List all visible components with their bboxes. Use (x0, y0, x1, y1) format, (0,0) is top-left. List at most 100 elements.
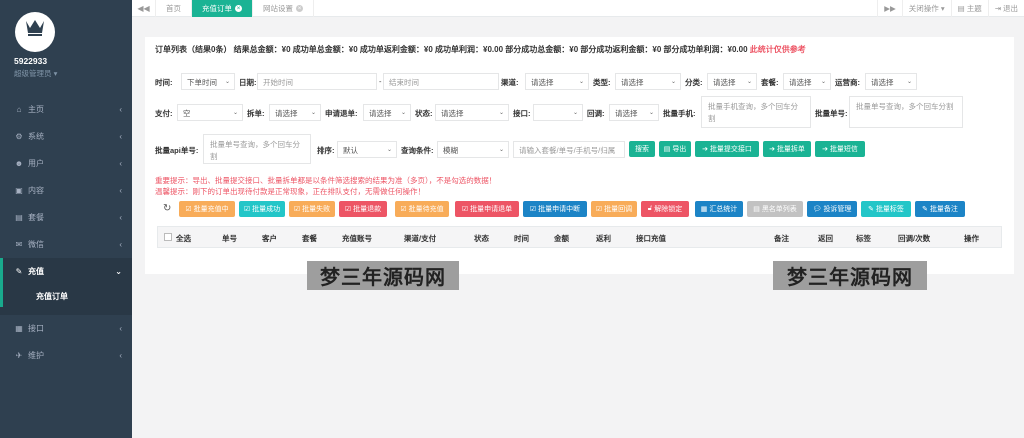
batch-success-button[interactable]: ☑ 批量成功 (239, 201, 285, 217)
batch-orders-textarea[interactable]: 批量单号查询，多个回车分割 (849, 96, 963, 128)
button-label: 批量拆单 (776, 146, 805, 153)
end-time-input[interactable]: 结束时间 (383, 73, 499, 90)
api-select[interactable]: ⌄ (533, 104, 583, 121)
tab-site-settings[interactable]: 网站设置 × (253, 0, 314, 17)
pay-select[interactable]: 空 ⌄ (177, 104, 243, 121)
unlock-button[interactable]: 🔓︎ 解除锁定 (641, 201, 689, 217)
select-value: 请选择 (713, 78, 736, 87)
export-icon: ▤ (663, 146, 671, 153)
time-type-select[interactable]: 下单时间 ⌄ (181, 73, 235, 90)
refund-select[interactable]: 请选择 ⌄ (363, 104, 411, 121)
batch-recharging-button[interactable]: ☑ 批量充值中 (179, 201, 235, 217)
select-value: 请选择 (441, 109, 464, 118)
start-time-input[interactable]: 开始时间 (257, 73, 377, 90)
batch-fail-button[interactable]: ☑ 批量失败 (289, 201, 335, 217)
chevron-down-icon: ⌄ (232, 110, 238, 116)
sidebar-item-system[interactable]: ⚙ 系统 ‹ (0, 123, 132, 150)
sidebar-item-package[interactable]: ▤ 套餐 ‹ (0, 204, 132, 231)
type-select[interactable]: 请选择 ⌄ (615, 73, 681, 90)
batch-submit-api-button[interactable]: ➔ 批量提交接口 (695, 141, 759, 157)
batch-phones-textarea[interactable]: 批量手机查询，多个回车分割 (701, 96, 811, 128)
export-button[interactable]: ▤ 导出 (659, 141, 691, 157)
col-select-all[interactable]: 全选 (176, 233, 191, 244)
sidebar-item-api[interactable]: ▦ 接口 ‹ (0, 315, 132, 342)
sidebar-subitem-recharge-orders[interactable]: 充值订单 (0, 285, 132, 307)
sidebar-item-users[interactable]: ☻ 用户 ‹ (0, 150, 132, 177)
query-condition-select[interactable]: 模糊 ⌄ (437, 141, 509, 158)
blacklist-button[interactable]: ▤ 黑名单列表 (747, 201, 803, 217)
tabs-scroll-right-icon[interactable]: ▶▶ (877, 0, 902, 17)
keyword-input[interactable]: 请输入套餐/单号/手机号/归属 (513, 141, 625, 158)
pay-label: 支付: (155, 109, 173, 118)
chevron-down-icon: ⌄ (310, 110, 316, 116)
button-label: 导出 (672, 146, 687, 153)
date-range-dash: - (379, 77, 382, 86)
batch-remark-button[interactable]: ✎ 批量备注 (915, 201, 965, 217)
gears-icon: ⚙ (15, 132, 23, 141)
status-label: 状态: (415, 109, 433, 118)
close-icon[interactable]: × (235, 4, 242, 12)
close-icon[interactable]: × (296, 4, 303, 12)
chevron-left-icon: ‹ (119, 132, 122, 141)
tab-label: 充值订单 (202, 3, 232, 13)
sort-select[interactable]: 默认 ⌄ (337, 141, 397, 158)
batch-tag-button[interactable]: ✎ 批量标签 (861, 201, 911, 217)
chevron-down-icon: ⌄ (386, 147, 392, 153)
button-label: 批量备注 (929, 206, 958, 213)
batch-apply-interrupt-button[interactable]: ☑ 批量申请中断 (523, 201, 587, 217)
logout-button[interactable]: ⇥ 退出 (987, 0, 1024, 17)
batch-split-button[interactable]: ➔ 批量拆单 (763, 141, 811, 157)
checkbox-icon: ☑ (344, 206, 352, 213)
batch-api-orders-textarea[interactable]: 批量单号查询，多个回车分割 (203, 134, 311, 164)
status-select[interactable]: 请选择 ⌄ (435, 104, 509, 121)
sidebar-item-home[interactable]: ⌂ 主页 ‹ (0, 96, 132, 123)
sidebar-item-maintenance[interactable]: ✈ 维护 ‹ (0, 342, 132, 369)
sidebar-item-recharge[interactable]: ✎ 充值 ⌄ (0, 258, 132, 285)
batch-apply-refund-button[interactable]: ☑ 批量申请退单 (455, 201, 519, 217)
summary-stats-button[interactable]: ▦ 汇总统计 (695, 201, 743, 217)
select-value: 模糊 (443, 146, 458, 155)
button-label: 批量申请退单 (470, 206, 513, 213)
sidebar-item-label: 系统 (28, 132, 44, 141)
batch-pending-recharge-button[interactable]: ☑ 批量待充值 (395, 201, 449, 217)
batch-refund-button[interactable]: ☑ 批量退款 (339, 201, 387, 217)
complaint-management-button[interactable]: 💬︎ 投诉管理 (807, 201, 857, 217)
sidebar-item-label: 维护 (28, 351, 44, 360)
chevron-down-icon: ⌄ (115, 267, 122, 276)
tab-home[interactable]: 首页 (156, 0, 192, 17)
batch-sms-button[interactable]: ➔ 批量短信 (815, 141, 865, 157)
col-callback-count: 回调/次数 (898, 234, 931, 243)
package-select[interactable]: 请选择 ⌄ (783, 73, 831, 90)
button-label: 批量待充值 (408, 206, 444, 213)
operator-select[interactable]: 请选择 ⌄ (865, 73, 917, 90)
sidebar-item-label: 内容 (28, 186, 44, 195)
split-select[interactable]: 请选择 ⌄ (269, 104, 321, 121)
avatar[interactable] (15, 12, 55, 52)
batch-callback-button[interactable]: ☑ 批量回调 (591, 201, 637, 217)
callback-select[interactable]: 请选择 ⌄ (609, 104, 659, 121)
sidebar-item-label: 套餐 (28, 213, 44, 222)
sidebar-item-content[interactable]: ▣ 内容 ‹ (0, 177, 132, 204)
topbar-right: ▶▶ 关闭操作 ▾ ▤ 主题 ⇥ 退出 (877, 0, 1024, 17)
tab-bar: ◀◀ 首页 充值订单 × 网站设置 × ▶▶ 关闭操作 ▾ ▤ 主题 ⇥ 退出 (132, 0, 1024, 17)
edit-icon: ✎ (15, 267, 23, 276)
tab-recharge-orders[interactable]: 充值订单 × (192, 0, 253, 17)
channel-select[interactable]: 请选择 ⌄ (525, 73, 589, 90)
list-icon: ▤ (753, 206, 760, 213)
select-value: 默认 (343, 146, 358, 155)
category-select[interactable]: 请选择 ⌄ (707, 73, 757, 90)
sign-in-icon: ➔ (702, 146, 708, 153)
sidebar-item-wechat[interactable]: ✉ 微信 ‹ (0, 231, 132, 258)
refresh-icon[interactable]: ↻ (163, 203, 171, 214)
select-all-checkbox[interactable] (164, 233, 172, 241)
batch-api-orders-label: 批量api单号: (155, 146, 199, 155)
close-operations-button[interactable]: 关闭操作 ▾ (901, 0, 951, 17)
user-role-dropdown[interactable]: 超级管理员 ▾ (14, 68, 132, 79)
col-status: 状态 (474, 234, 489, 243)
sort-label: 排序: (317, 146, 335, 155)
select-value: 请选择 (369, 109, 392, 118)
search-button[interactable]: 搜索 (629, 141, 655, 157)
theme-button[interactable]: ▤ 主题 (950, 0, 988, 17)
user-name[interactable]: 5922933 (14, 56, 132, 66)
tabs-scroll-left-icon[interactable]: ◀◀ (132, 0, 156, 17)
